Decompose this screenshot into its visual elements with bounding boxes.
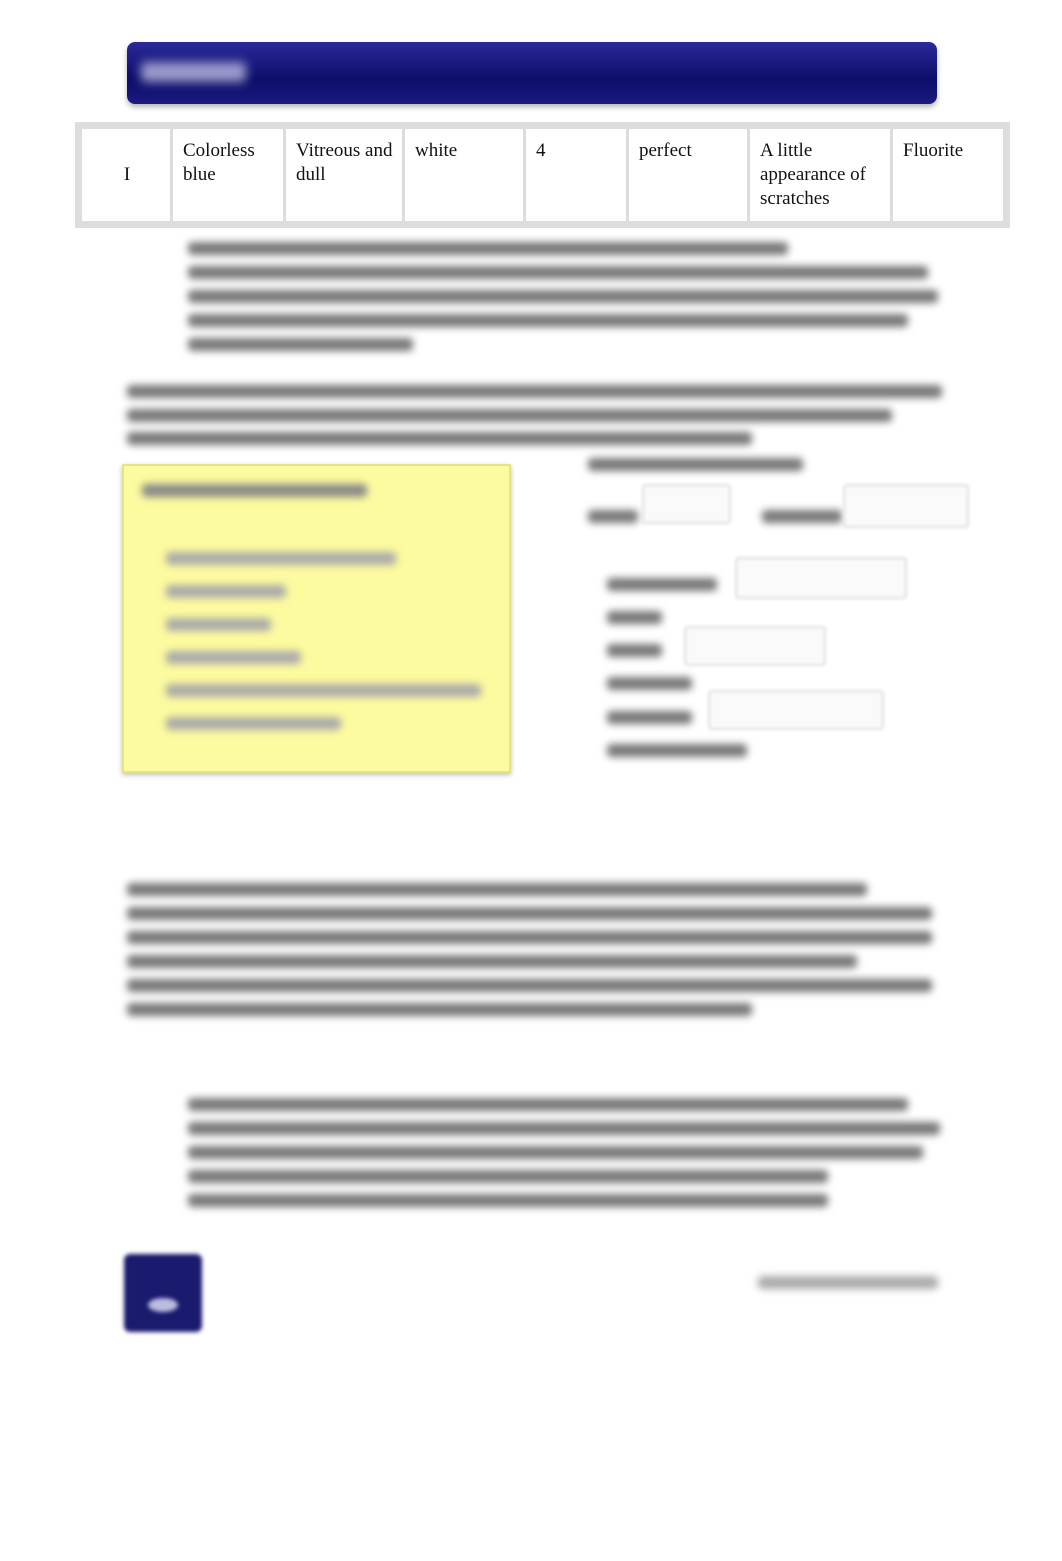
mineral-table: I Colorless blue Vitreous and dull white…	[75, 122, 1010, 228]
banner-title-blurred	[141, 62, 246, 82]
highlight-box	[122, 464, 511, 773]
cell: white	[405, 129, 523, 221]
cell: Vitreous and dull	[286, 129, 402, 221]
cell: Fluorite	[893, 129, 1003, 221]
cell: A little appearance of scratches	[750, 129, 890, 221]
cell: Colorless blue	[173, 129, 283, 221]
table-row: I Colorless blue Vitreous and dull white…	[82, 129, 1003, 221]
section-banner	[127, 42, 937, 104]
cell: perfect	[629, 129, 747, 221]
logo	[124, 1254, 202, 1332]
cell: I	[82, 129, 170, 221]
cell: 4	[526, 129, 626, 221]
